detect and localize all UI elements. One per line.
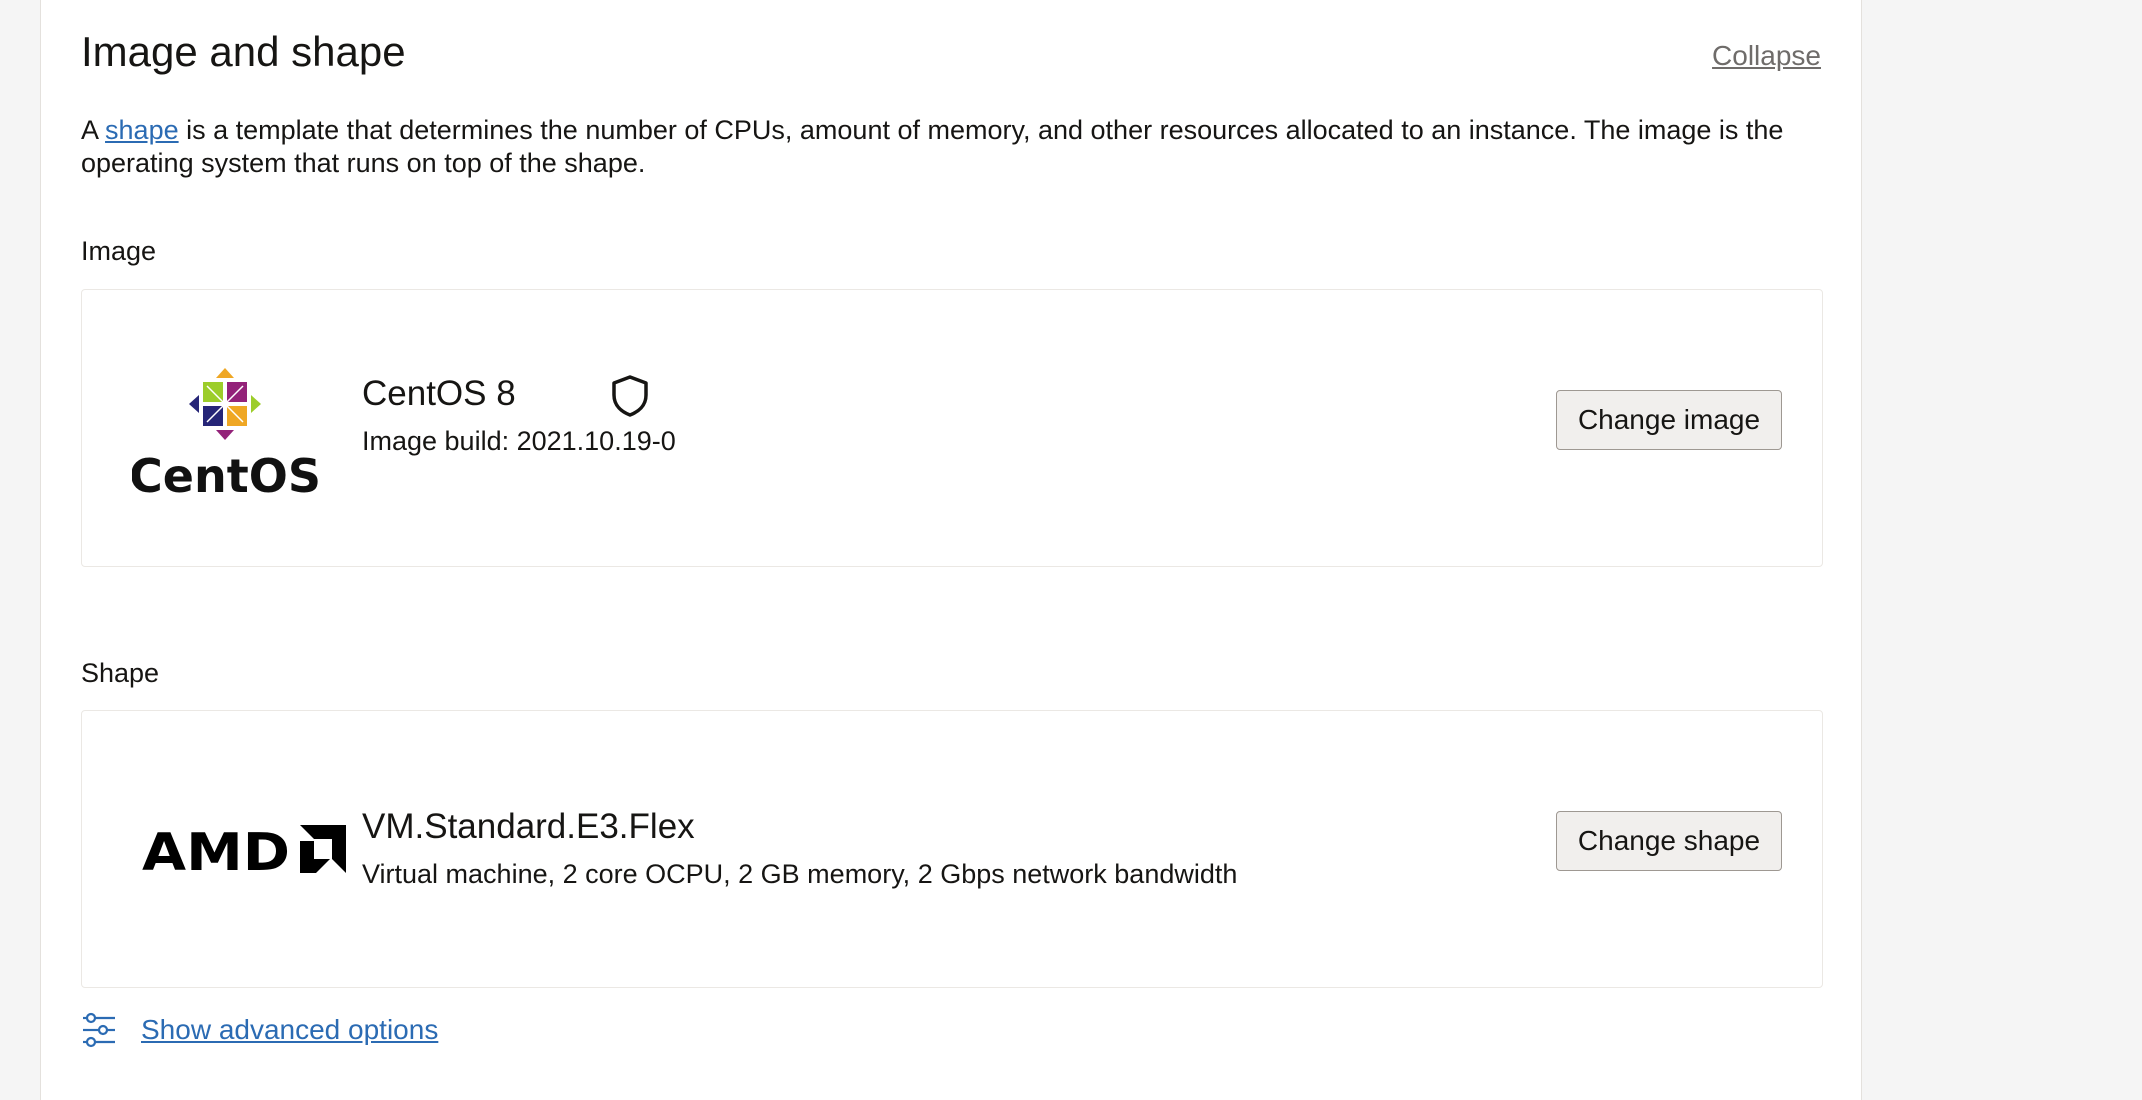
- amd-logo-text: AMD: [142, 823, 290, 877]
- shield-icon: [612, 375, 648, 417]
- change-shape-button[interactable]: Change shape: [1556, 811, 1782, 871]
- description-suffix: is a template that determines the number…: [81, 115, 1784, 178]
- shape-name: VM.Standard.E3.Flex: [362, 807, 695, 846]
- centos-logo: CentOS: [132, 368, 318, 498]
- sliders-icon: [83, 1012, 115, 1048]
- change-image-button[interactable]: Change image: [1556, 390, 1782, 450]
- amd-logo: AMD: [142, 823, 346, 877]
- image-label: Image: [81, 236, 157, 266]
- image-name: CentOS 8: [362, 374, 516, 413]
- centos-logo-text: CentOS: [132, 449, 318, 498]
- shape-details: Virtual machine, 2 core OCPU, 2 GB memor…: [362, 859, 1238, 889]
- section-description: A shape is a template that determines th…: [81, 114, 1823, 180]
- description-prefix: A: [81, 115, 106, 145]
- section-title: Image and shape: [81, 28, 406, 75]
- image-and-shape-panel: Image and shape Collapse A shape is a te…: [40, 0, 1862, 1100]
- shape-help-link[interactable]: shape: [105, 115, 179, 145]
- show-advanced-options-link[interactable]: Show advanced options: [141, 1014, 438, 1046]
- shape-label: Shape: [81, 658, 160, 688]
- shape-card: AMD VM.Standard.E3.Flex Virtual machine,…: [81, 710, 1823, 988]
- image-build: Image build: 2021.10.19-0: [362, 426, 676, 456]
- show-advanced-options[interactable]: Show advanced options: [81, 1010, 438, 1050]
- collapse-link[interactable]: Collapse: [1712, 40, 1821, 72]
- image-card: CentOS CentOS 8 Image build: 2021.10.19-…: [81, 289, 1823, 567]
